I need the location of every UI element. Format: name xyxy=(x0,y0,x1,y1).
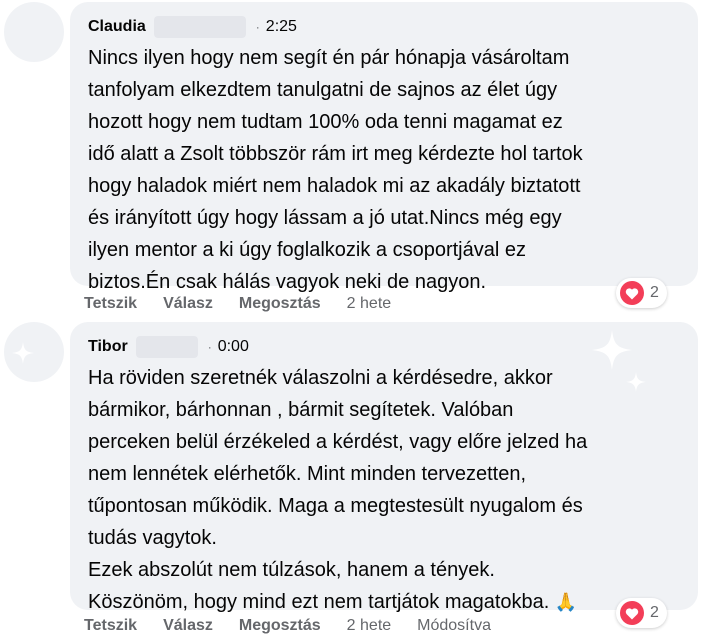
reaction-number: 2 xyxy=(650,604,659,621)
heart-icon xyxy=(620,601,644,625)
comment-bubble: Tibor · 0:00 Ha röviden szeretnék válasz… xyxy=(70,322,698,613)
text-line: Ezek abszolút nem túlzások, hanem a tény… xyxy=(88,559,495,581)
edited-label[interactable]: Módosítva xyxy=(417,617,491,635)
separator-dot: · xyxy=(255,20,260,34)
share-button[interactable]: Megosztás xyxy=(239,617,321,635)
sparkle-icon xyxy=(592,330,632,370)
text-line: tanfolyam elkezdtem tanulgatni de sajnos… xyxy=(88,79,558,101)
comment-actions: Tetszik Válasz Megosztás 2 hete Módosítv… xyxy=(84,615,517,637)
sparkle-icon xyxy=(12,342,34,364)
comment-age[interactable]: 2 hete xyxy=(347,617,391,635)
text-line: és irányított úgy hogy lássam a jó utat.… xyxy=(88,207,562,229)
redacted-name xyxy=(153,16,246,38)
comment-bubble: Claudia · 2:25 Nincs ilyen hogy nem segí… xyxy=(70,2,698,293)
text-line: idő alatt a Zsolt többször rám irt meg k… xyxy=(88,143,583,165)
text-line: hogy haladok miért nem haladok mi az aka… xyxy=(88,175,581,197)
reply-button[interactable]: Válasz xyxy=(163,617,213,635)
text-line: hozott hogy nem tudtam 100% oda tenni ma… xyxy=(88,111,563,133)
timestamp[interactable]: 0:00 xyxy=(218,338,249,356)
text-line: bármikor, bárhonnan , bármit segítetek. … xyxy=(88,399,514,421)
text-line: perceken belül érzékeled a kérdést, vagy… xyxy=(88,431,588,453)
text-line-content: Köszönöm, hogy mind ezt nem tartjátok ma… xyxy=(88,591,550,613)
comment-actions: Tetszik Válasz Megosztás 2 hete xyxy=(84,293,417,315)
author-name[interactable]: Claudia xyxy=(88,18,146,36)
text-line: Ha röviden szeretnék válaszolni a kérdés… xyxy=(88,367,553,389)
timestamp[interactable]: 2:25 xyxy=(266,18,297,36)
like-button[interactable]: Tetszik xyxy=(84,295,137,313)
avatar[interactable] xyxy=(4,322,64,382)
comment-text: Nincs ilyen hogy nem segít én pár hónapj… xyxy=(88,42,583,298)
text-line: nem lennétek elérhetők. Mint minden terv… xyxy=(88,463,527,485)
text-line: Köszönöm, hogy mind ezt nem tartjátok ma… xyxy=(88,586,587,618)
text-line: Nincs ilyen hogy nem segít én pár hónapj… xyxy=(88,47,570,69)
comment-header: Tibor · 0:00 xyxy=(88,336,249,358)
comment-header: Claudia · 2:25 xyxy=(88,16,297,38)
avatar[interactable] xyxy=(4,2,64,62)
comment-age[interactable]: 2 hete xyxy=(347,295,391,313)
share-button[interactable]: Megosztás xyxy=(239,295,321,313)
redacted-name xyxy=(135,336,198,358)
reaction-count[interactable]: 2 xyxy=(616,598,667,628)
comment-text: Ha röviden szeretnék válaszolni a kérdés… xyxy=(88,362,587,618)
praying-hands-icon: 🙏 xyxy=(554,592,578,612)
like-button[interactable]: Tetszik xyxy=(84,617,137,635)
reaction-number: 2 xyxy=(650,284,659,301)
reaction-count[interactable]: 2 xyxy=(616,278,667,308)
text-line: ilyen mentor a ki úgy foglalkozik a csop… xyxy=(88,239,526,261)
separator-dot: · xyxy=(207,340,212,354)
text-line: tudás vagytok. xyxy=(88,527,217,549)
reply-button[interactable]: Válasz xyxy=(163,295,213,313)
text-line: tűpontosan működik. Maga a megtestesült … xyxy=(88,495,583,517)
heart-icon xyxy=(620,281,644,305)
sparkle-icon xyxy=(626,372,646,392)
author-name[interactable]: Tibor xyxy=(88,338,128,356)
